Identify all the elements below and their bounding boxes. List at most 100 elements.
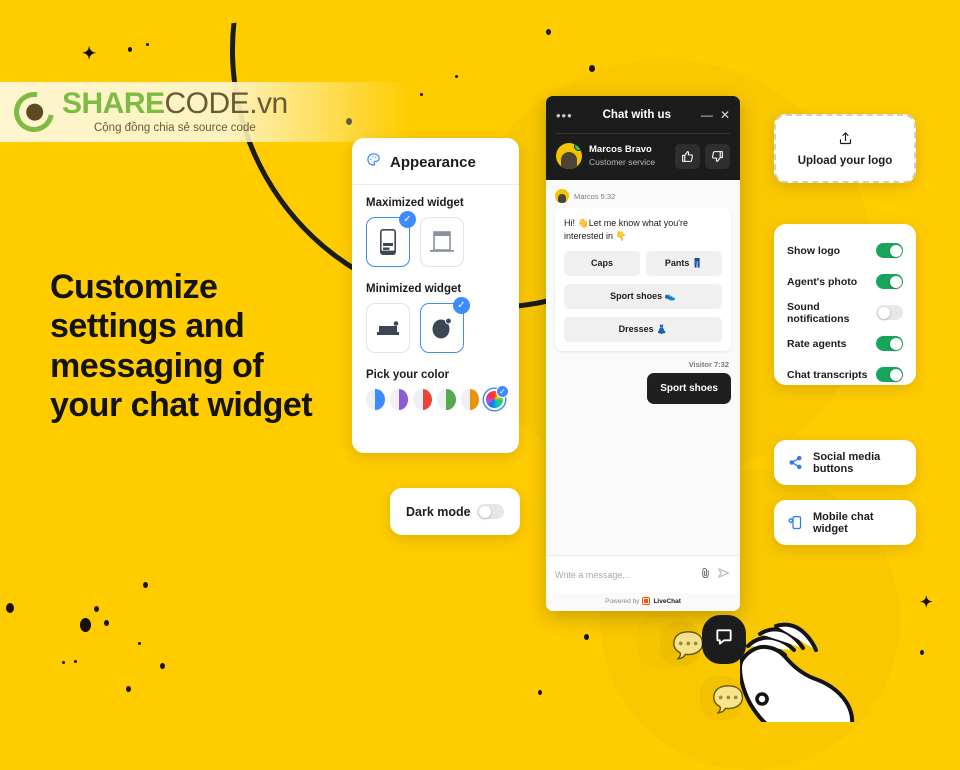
bar-minimized-icon[interactable]: [366, 303, 410, 353]
dot-decor: [128, 47, 132, 52]
dot-decor: [104, 620, 109, 626]
selected-check-icon: ✓: [453, 297, 470, 314]
upload-icon: [838, 131, 853, 151]
dot-decor: [455, 75, 458, 78]
dot-decor: [538, 690, 542, 695]
chat-header: ••• Chat with us — ✕ Marcos Bravo Custom…: [546, 96, 740, 180]
chat-bubble-icon: [714, 627, 734, 652]
minimized-widget-options: ✓: [366, 297, 505, 353]
setting-label: Sound notifications: [787, 300, 850, 325]
mobile-widget-icon[interactable]: ✓: [366, 211, 416, 267]
maximized-widget-label: Maximized widget: [366, 197, 464, 209]
quick-reply-pants[interactable]: Pants 👖: [646, 251, 722, 277]
visitor-message-bubble: Sport shoes: [647, 373, 731, 405]
minimized-widget-label: Minimized widget: [366, 283, 462, 295]
watermark-tagline: Cộng đồng chia sẻ source code: [93, 122, 256, 135]
quick-reply-row: Dresses 👗: [564, 317, 722, 343]
send-arrow-icon[interactable]: [717, 566, 731, 583]
dot-decor: [589, 65, 595, 72]
setting-label: Chat transcripts: [787, 368, 868, 381]
mobile-chat-widget-card[interactable]: Mobile chat widget: [774, 500, 916, 545]
agent-name: Marcos Bravo: [589, 144, 652, 156]
agent-message-bubble: Hi! 👋Let me know what you're interested …: [555, 208, 731, 352]
toggle-show-logo[interactable]: [876, 243, 903, 258]
watermark-banner: SHARECODE.vn Cộng đồng chia sẻ source co…: [0, 82, 410, 142]
dot-decor: [74, 660, 77, 663]
poster-canvas: ✦ ✦ 💬 💬 SHARECODE.vn Cộng đồng chia sẻ s…: [0, 0, 960, 770]
thumbs-down-icon[interactable]: [705, 143, 730, 169]
message-meta-text: Marcos 5:32: [574, 191, 616, 201]
setting-label: Rate agents: [787, 337, 847, 350]
message-input[interactable]: Write a message...: [555, 570, 694, 580]
dot-decor: [146, 43, 149, 46]
chat-agent-row: Marcos Bravo Customer service: [556, 133, 730, 180]
quick-reply-row: Caps Pants 👖: [564, 251, 722, 277]
toggle-rate-agents[interactable]: [876, 336, 903, 351]
agent-message-text: Hi! 👋Let me know what you're interested …: [564, 218, 688, 242]
palette-icon: [366, 152, 381, 172]
dot-decor: [920, 650, 924, 655]
chat-title: Chat with us: [602, 109, 671, 121]
upload-logo-button[interactable]: Upload your logo: [774, 114, 916, 183]
watermark-brand-green: SHARE: [62, 87, 165, 121]
chat-footer: Powered by LiveChat: [546, 593, 740, 611]
color-swatch-blue[interactable]: [366, 389, 385, 410]
quick-reply-sport-shoes[interactable]: Sport shoes 👟: [564, 284, 722, 310]
upload-label: Upload your logo: [797, 154, 893, 167]
toggle-agents-photo[interactable]: [876, 274, 903, 289]
toggle-chat-transcripts[interactable]: [876, 367, 903, 382]
paperclip-icon[interactable]: [700, 566, 711, 583]
color-swatch-purple[interactable]: [389, 389, 409, 410]
dot-decor: [126, 686, 131, 692]
mobile-chat-widget-label: Mobile chat widget: [813, 510, 874, 535]
powered-by-label: Powered by: [605, 597, 640, 605]
color-swatch-orange[interactable]: [460, 389, 480, 410]
dot-decor: [160, 663, 165, 669]
appearance-panel: Appearance Maximized widget ✓ Minimized …: [352, 138, 519, 453]
dot-decor: [138, 642, 141, 645]
message-meta: Marcos 5:32: [555, 189, 731, 203]
bubble-minimized-icon[interactable]: ✓: [420, 297, 470, 353]
color-swatch-green[interactable]: [436, 389, 456, 410]
dark-mode-toggle[interactable]: [477, 504, 504, 519]
pointing-hand-icon: [738, 612, 880, 737]
share-icon: [788, 455, 803, 470]
minimize-icon[interactable]: —: [701, 108, 713, 122]
social-media-buttons-card[interactable]: Social media buttons: [774, 440, 916, 485]
window-widget-icon[interactable]: [420, 217, 464, 267]
selected-check-icon: ✓: [495, 385, 509, 398]
dot-decor: [143, 582, 148, 588]
dark-mode-label: Dark mode: [406, 504, 471, 519]
close-icon[interactable]: ✕: [720, 108, 730, 122]
color-swatch-custom[interactable]: ✓: [484, 385, 509, 410]
setting-row-agents-photo: Agent's photo: [787, 266, 903, 297]
toggle-sound-notifications[interactable]: [876, 305, 903, 320]
selected-check-icon: ✓: [399, 211, 416, 228]
sparkle-decor: ✦: [920, 594, 933, 611]
dot-decor: [80, 618, 91, 632]
agent-role: Customer service: [589, 156, 656, 167]
quick-reply-caps[interactable]: Caps: [564, 251, 640, 277]
color-swatch-red[interactable]: [413, 389, 432, 410]
quick-reply-dresses[interactable]: Dresses 👗: [564, 317, 722, 343]
chat-menu-icon[interactable]: •••: [556, 108, 573, 123]
dot-decor: [94, 606, 99, 612]
visitor-message-meta: Visitor 7:32: [688, 360, 729, 370]
setting-label: Agent's photo: [787, 275, 858, 288]
chat-composer[interactable]: Write a message...: [546, 555, 740, 593]
ghost-chat-icon: 💬: [672, 630, 705, 660]
thumbs-up-icon[interactable]: [675, 143, 700, 169]
dot-decor: [584, 634, 589, 640]
social-media-buttons-label: Social media buttons: [813, 450, 881, 475]
chat-messages: Marcos 5:32 Hi! 👋Let me know what you're…: [546, 180, 740, 555]
chat-widget: ••• Chat with us — ✕ Marcos Bravo Custom…: [546, 96, 740, 611]
setting-row-rate-agents: Rate agents: [787, 328, 903, 359]
mobile-settings-icon: [788, 515, 803, 530]
dot-decor: [62, 661, 65, 664]
setting-row-sound-notifications: Sound notifications: [787, 297, 903, 328]
dot-decor: [546, 29, 551, 35]
appearance-header: Appearance: [352, 138, 519, 185]
quick-reply-row: Sport shoes 👟: [564, 284, 722, 310]
page-title: Customize settings and messaging of your…: [50, 268, 313, 425]
online-status-dot: [574, 143, 582, 151]
